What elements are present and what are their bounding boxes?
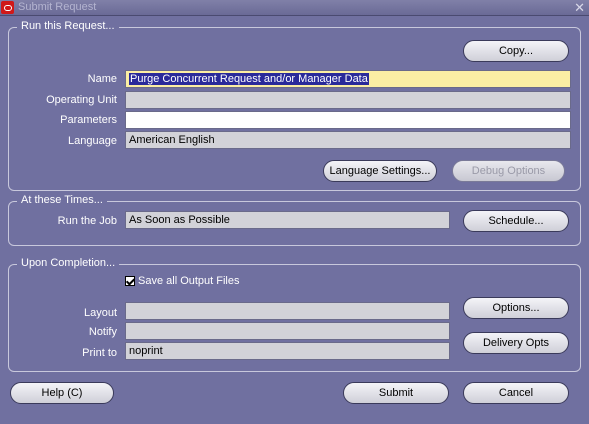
title-bar: Submit Request ✕ [0, 0, 589, 16]
schedule-legend: At these Times... [17, 194, 107, 206]
run-job-field[interactable]: As Soon as Possible [125, 211, 450, 229]
name-label: Name [87, 73, 117, 85]
options-button[interactable]: Options... [463, 297, 569, 319]
window-title: Submit Request [18, 1, 97, 13]
schedule-button[interactable]: Schedule... [463, 210, 569, 232]
layout-field[interactable] [125, 302, 450, 320]
language-settings-button[interactable]: Language Settings... [323, 160, 437, 182]
name-value: Purge Concurrent Request and/or Manager … [129, 73, 369, 85]
completion-legend: Upon Completion... [17, 257, 120, 269]
debug-options-button[interactable]: Debug Options [452, 160, 565, 182]
operating-unit-label: Operating Unit [46, 94, 117, 106]
submit-button[interactable]: Submit [343, 382, 449, 404]
notify-field[interactable] [125, 322, 450, 340]
name-field[interactable]: Purge Concurrent Request and/or Manager … [125, 70, 571, 88]
parameters-field[interactable] [125, 111, 571, 129]
delivery-opts-button[interactable]: Delivery Opts [463, 332, 569, 354]
print-to-label: Print to [82, 347, 117, 359]
run-job-label: Run the Job [57, 215, 117, 227]
close-icon[interactable]: ✕ [574, 0, 585, 15]
operating-unit-field[interactable] [125, 91, 571, 109]
parameters-label: Parameters [60, 114, 117, 126]
save-output-label[interactable]: Save all Output Files [138, 275, 240, 287]
help-button[interactable]: Help (C) [10, 382, 114, 404]
language-field[interactable]: American English [125, 131, 571, 149]
copy-button[interactable]: Copy... [463, 40, 569, 62]
save-output-checkbox[interactable] [125, 276, 135, 286]
notify-label: Notify [88, 326, 117, 338]
layout-label: Layout [83, 307, 117, 319]
cancel-button[interactable]: Cancel [463, 382, 569, 404]
print-to-field[interactable]: noprint [125, 342, 450, 360]
language-label: Language [68, 135, 117, 147]
run-request-legend: Run this Request... [17, 20, 119, 32]
oracle-app-icon [1, 1, 14, 14]
